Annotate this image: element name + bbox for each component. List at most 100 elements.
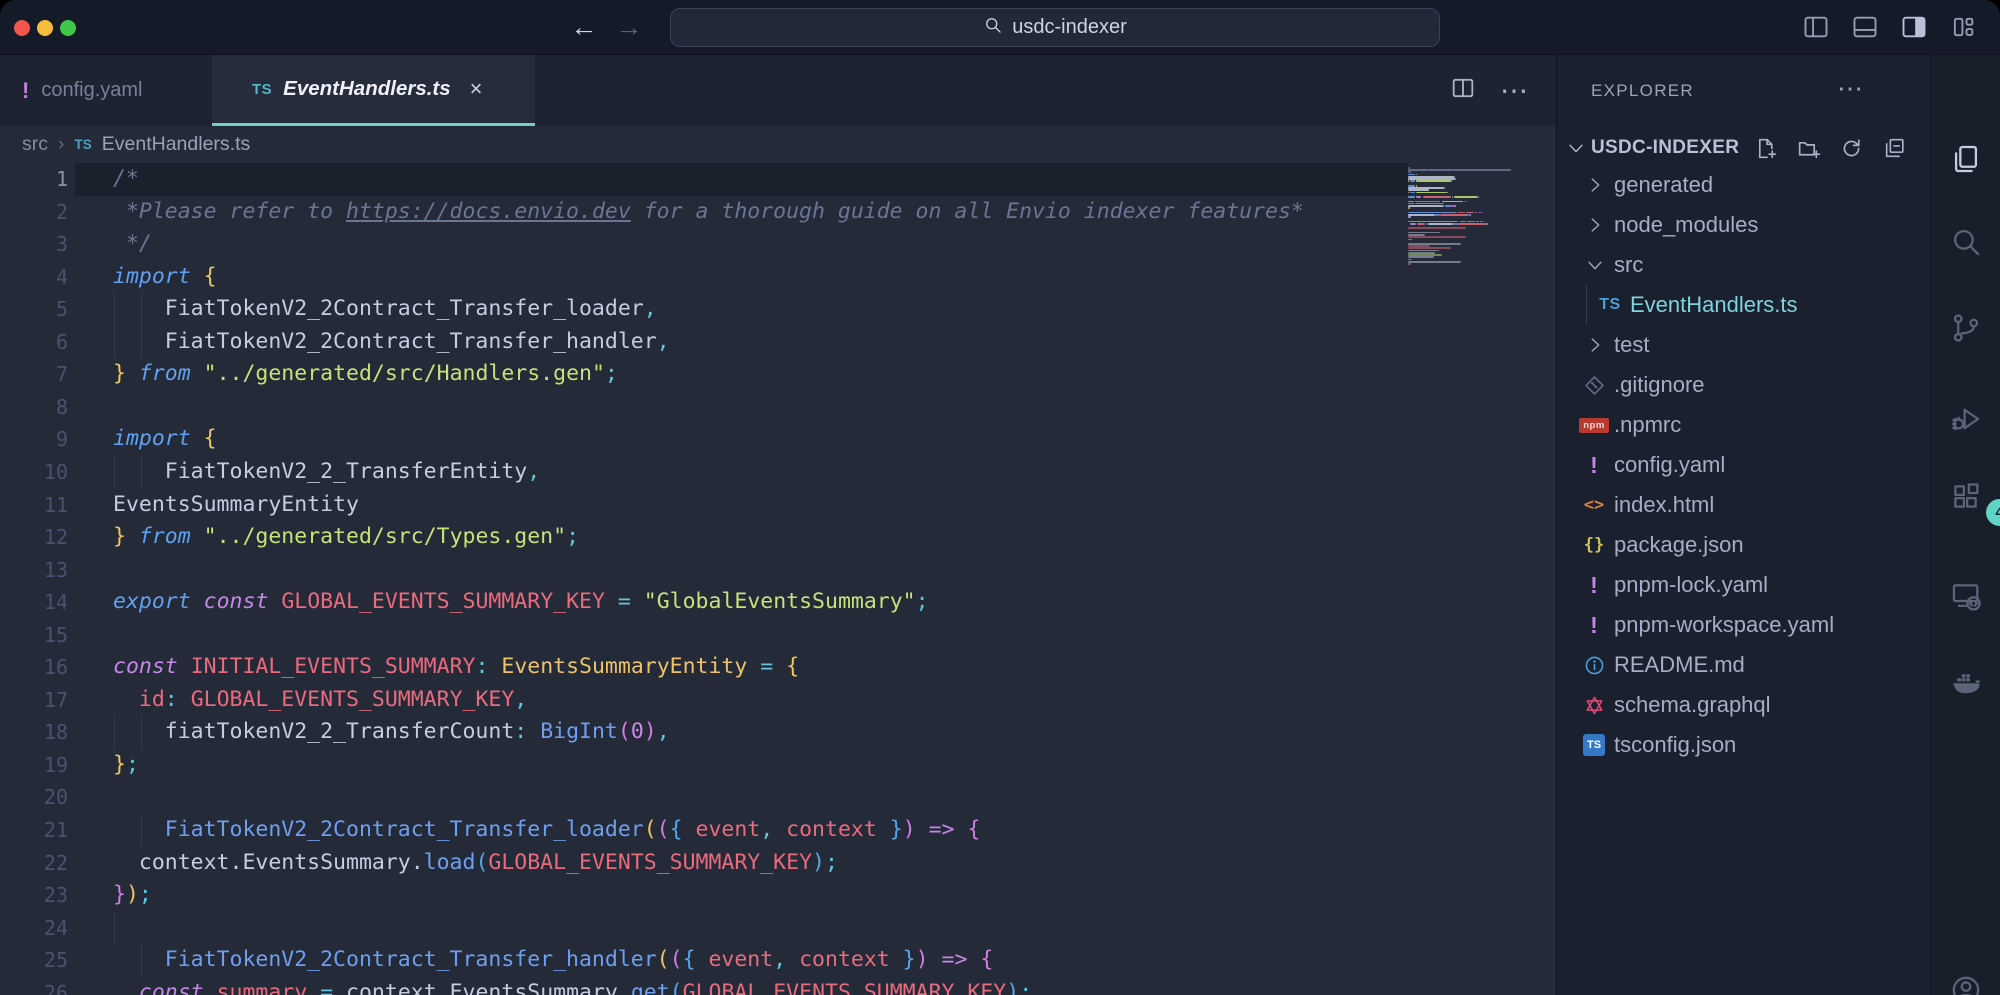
breadcrumb: src › TS EventHandlers.ts — [0, 126, 1556, 163]
line-number: 24 — [0, 912, 68, 945]
line-number: 20 — [0, 781, 68, 814]
tree-item-tsconfig-json[interactable]: TStsconfig.json — [1557, 725, 1931, 765]
tree-item-eventhandlers-ts[interactable]: TSEventHandlers.ts — [1557, 285, 1931, 325]
code-line: 22 context.EventsSummary.load(GLOBAL_EVE… — [0, 847, 1556, 880]
code-line: 1/* — [0, 163, 1556, 196]
file-tree: generatednode_modulessrcTSEventHandlers.… — [1557, 165, 1931, 765]
tree-item-label: EventHandlers.ts — [1630, 292, 1798, 318]
search-icon[interactable] — [1949, 225, 1983, 259]
line-number: 17 — [0, 684, 68, 717]
new-folder-icon[interactable] — [1796, 136, 1821, 161]
code-line: 21 FiatTokenV2_2Contract_Transfer_loader… — [0, 814, 1556, 847]
tree-item-label: schema.graphql — [1614, 692, 1771, 718]
close-tab-icon[interactable]: × — [470, 76, 483, 102]
activity-bar: 4 — [1930, 55, 2000, 995]
tree-item-label: index.html — [1614, 492, 1714, 518]
refresh-icon[interactable] — [1839, 136, 1864, 161]
run-debug-icon[interactable] — [1949, 402, 1983, 436]
code-line: 13 — [0, 554, 1556, 587]
line-number: 15 — [0, 619, 68, 652]
command-center-search[interactable]: usdc-indexer — [670, 8, 1440, 47]
docker-icon[interactable] — [1949, 666, 1983, 700]
code-editor[interactable]: 1/*2 *Please refer to https://docs.envio… — [0, 163, 1556, 995]
code-line: 18 fiatTokenV2_2_TransferCount: BigInt(0… — [0, 716, 1556, 749]
search-icon — [983, 15, 1003, 41]
tab-label: EventHandlers.ts — [283, 77, 450, 101]
line-number: 2 — [0, 196, 68, 229]
line-number: 26 — [0, 977, 68, 995]
code-line: 26 const summary = context.EventsSummary… — [0, 977, 1556, 995]
tree-item-label: node_modules — [1614, 212, 1758, 238]
back-icon[interactable]: ← — [567, 10, 601, 44]
tree-item--npmrc[interactable]: npm.npmrc — [1557, 405, 1931, 445]
extensions-icon[interactable]: 4 — [1949, 480, 1983, 514]
chevron-right-icon — [1584, 214, 1606, 236]
tree-item-config-yaml[interactable]: !config.yaml — [1557, 445, 1931, 485]
tree-item-schema-graphql[interactable]: schema.graphql — [1557, 685, 1931, 725]
toggle-panel-left-icon[interactable] — [1801, 13, 1831, 41]
layout-controls — [1801, 13, 1978, 41]
tree-item-label: package.json — [1614, 532, 1744, 558]
editor-group: ! config.yaml TS EventHandlers.ts × ⋯ sr… — [0, 55, 1556, 995]
explorer-more-actions-icon[interactable]: ⋯ — [1837, 73, 1865, 104]
tree-item-node-modules[interactable]: node_modules — [1557, 205, 1931, 245]
tree-item-src[interactable]: src — [1557, 245, 1931, 285]
code-line: 7} from "../generated/src/Handlers.gen"; — [0, 358, 1556, 391]
tree-item-readme-md[interactable]: README.md — [1557, 645, 1931, 685]
code-line: 10 FiatTokenV2_2_TransferEntity, — [0, 456, 1556, 489]
split-editor-icon[interactable] — [1448, 74, 1478, 107]
ts-badge-icon: TS — [1577, 734, 1611, 756]
remote-explorer-icon[interactable] — [1949, 579, 1983, 613]
account-icon[interactable] — [1949, 973, 1983, 995]
code-line: 3 */ — [0, 228, 1556, 261]
line-number: 11 — [0, 489, 68, 522]
breadcrumb-folder[interactable]: src — [22, 133, 48, 156]
toggle-panel-right-icon[interactable] — [1899, 13, 1929, 41]
minimize-window-button[interactable] — [37, 20, 53, 36]
chevron-right-icon — [1584, 334, 1606, 356]
code-line: 16const INITIAL_EVENTS_SUMMARY: EventsSu… — [0, 651, 1556, 684]
line-number: 5 — [0, 293, 68, 326]
yaml-icon: ! — [1577, 572, 1611, 599]
tree-item-label: generated — [1614, 172, 1713, 198]
forward-icon[interactable]: → — [612, 10, 646, 44]
tree-item-package-json[interactable]: {}package.json — [1557, 525, 1931, 565]
explorer-icon[interactable] — [1949, 142, 1983, 176]
close-window-button[interactable] — [14, 20, 30, 36]
toggle-panel-bottom-icon[interactable] — [1850, 13, 1880, 41]
chevron-down-icon — [1584, 254, 1606, 276]
source-control-icon[interactable] — [1949, 311, 1983, 345]
line-number: 8 — [0, 391, 68, 424]
npm-icon: npm — [1577, 418, 1611, 433]
code-line: 11EventsSummaryEntity — [0, 489, 1556, 522]
workspace-section-header[interactable]: USDC-INDEXER — [1557, 128, 1931, 168]
new-file-icon[interactable] — [1753, 136, 1778, 161]
tab-eventhandlers-ts[interactable]: TS EventHandlers.ts × — [212, 55, 535, 126]
maximize-window-button[interactable] — [60, 20, 76, 36]
customize-layout-icon[interactable] — [1948, 13, 1978, 41]
editor-more-actions-icon[interactable]: ⋯ — [1500, 81, 1530, 101]
code-line: 9import { — [0, 423, 1556, 456]
yaml-icon: ! — [1577, 612, 1611, 639]
line-number: 4 — [0, 261, 68, 294]
tree-item-label: .npmrc — [1614, 412, 1681, 438]
breadcrumb-file[interactable]: EventHandlers.ts — [102, 133, 251, 156]
tree-item--gitignore[interactable]: .gitignore — [1557, 365, 1931, 405]
code-line: 8 — [0, 391, 1556, 424]
tree-indent-guide — [1586, 285, 1587, 325]
extensions-badge: 4 — [1986, 499, 2000, 526]
line-number: 23 — [0, 879, 68, 912]
tree-item-index-html[interactable]: <>index.html — [1557, 485, 1931, 525]
tab-config-yaml[interactable]: ! config.yaml — [0, 55, 212, 126]
collapse-all-icon[interactable] — [1882, 136, 1907, 161]
tree-item-test[interactable]: test — [1557, 325, 1931, 365]
tree-item-pnpm-lock-yaml[interactable]: !pnpm-lock.yaml — [1557, 565, 1931, 605]
code-line: 4import { — [0, 261, 1556, 294]
yaml-warning-icon: ! — [22, 78, 29, 104]
code-line: 15 — [0, 619, 1556, 652]
yaml-icon: ! — [1577, 452, 1611, 479]
line-number: 21 — [0, 814, 68, 847]
tree-item-pnpm-workspace-yaml[interactable]: !pnpm-workspace.yaml — [1557, 605, 1931, 645]
tree-item-generated[interactable]: generated — [1557, 165, 1931, 205]
chevron-right-icon: › — [58, 133, 65, 156]
